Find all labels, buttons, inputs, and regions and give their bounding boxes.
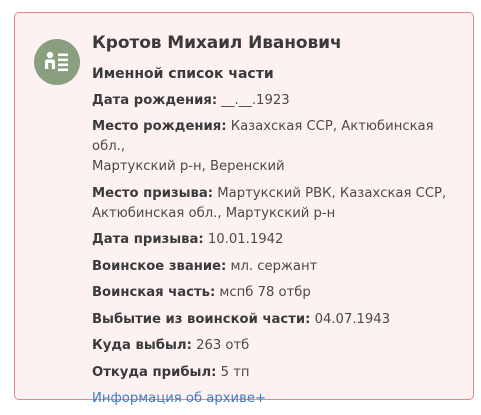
arrived-from-label: Откуда прибыл: bbox=[92, 364, 217, 380]
departed-to-row: Куда выбыл: 263 отб bbox=[92, 336, 463, 356]
archive-info-link[interactable]: Информация об архиве+ bbox=[92, 389, 266, 409]
conscription-date-row: Дата призыва: 10.01.1942 bbox=[92, 230, 463, 250]
unit-row: Воинская часть: мспб 78 отбр bbox=[92, 283, 463, 303]
birth-date-label: Дата рождения: bbox=[92, 92, 218, 108]
conscription-place-label: Место призыва: bbox=[92, 185, 214, 201]
arrived-from-value: 5 тп bbox=[220, 364, 250, 380]
person-list-icon bbox=[34, 39, 80, 85]
person-name: Кротов Михаил Иванович bbox=[92, 33, 342, 53]
birth-date-value: __.__.1923 bbox=[221, 92, 290, 108]
record-source: Именной список части bbox=[92, 66, 274, 82]
conscription-date-value: 10.01.1942 bbox=[207, 232, 284, 247]
person-record-card: Кротов Михаил Иванович Именной список ча… bbox=[14, 12, 474, 406]
conscription-place-row: Место призыва: Мартукский РВК, Казахская… bbox=[92, 184, 463, 224]
birth-place-value-line2: Мартукский р-н, Веренский bbox=[92, 159, 285, 174]
departure-date-label: Выбытие из воинской части: bbox=[92, 311, 311, 327]
conscription-place-value-line2: Актюбинская обл., Мартукский р-н bbox=[92, 205, 336, 221]
unit-value: мспб 78 отбр bbox=[219, 285, 311, 300]
birth-place-row: Место рождения: Казахская ССР, Актюбинск… bbox=[92, 117, 463, 177]
arrived-from-row: Откуда прибыл: 5 тп bbox=[92, 363, 463, 383]
departure-date-value: 04.07.1943 bbox=[314, 311, 391, 327]
departed-to-value: 263 отб bbox=[196, 338, 250, 353]
conscription-date-label: Дата призыва: bbox=[92, 232, 204, 247]
birth-place-label: Место рождения: bbox=[92, 119, 227, 134]
departed-to-label: Куда выбыл: bbox=[92, 338, 192, 353]
conscription-place-value-line1: Мартукский РВК, Казахская ССР, bbox=[217, 185, 447, 201]
unit-label: Воинская часть: bbox=[92, 285, 216, 300]
rank-row: Воинское звание: мл. сержант bbox=[92, 257, 463, 277]
rank-label: Воинское звание: bbox=[92, 258, 227, 274]
birth-date-row: Дата рождения: __.__.1923 bbox=[92, 91, 463, 111]
departure-date-row: Выбытие из воинской части: 04.07.1943 bbox=[92, 310, 463, 330]
rank-value: мл. сержант bbox=[230, 258, 318, 274]
